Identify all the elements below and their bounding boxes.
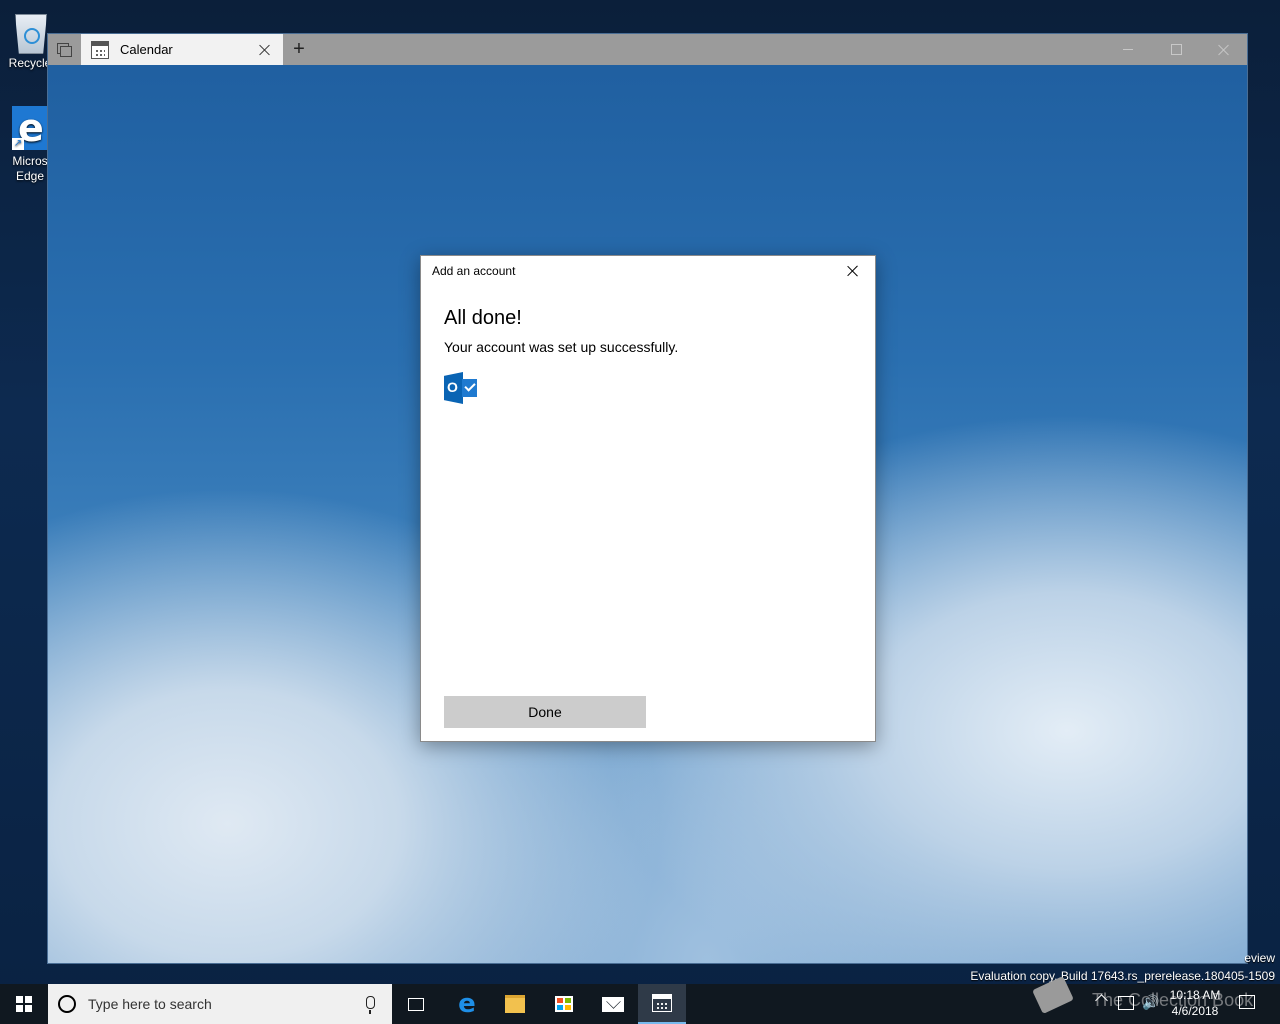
set-aside-tabs-button[interactable] bbox=[48, 34, 81, 65]
dialog-close-icon[interactable] bbox=[843, 263, 863, 279]
edge-icon: e ↗ bbox=[12, 106, 50, 150]
tab-label: Calendar bbox=[120, 42, 173, 57]
dialog-title: Add an account bbox=[432, 264, 516, 278]
cortana-icon bbox=[58, 995, 76, 1013]
edge-icon: e bbox=[458, 989, 476, 1019]
maximize-button[interactable] bbox=[1153, 34, 1199, 65]
file-explorer-button[interactable] bbox=[491, 984, 539, 1024]
search-placeholder: Type here to search bbox=[88, 996, 212, 1012]
shortcut-arrow-icon: ↗ bbox=[12, 138, 24, 150]
folder-icon bbox=[505, 995, 525, 1013]
maximize-icon bbox=[1170, 44, 1182, 55]
mail-button[interactable] bbox=[589, 984, 637, 1024]
new-tab-button[interactable]: + bbox=[285, 34, 313, 65]
search-box[interactable]: Type here to search bbox=[48, 984, 392, 1024]
close-window-button[interactable] bbox=[1201, 34, 1247, 65]
clock-time: 10:18 AM bbox=[1169, 988, 1221, 1002]
minimize-icon bbox=[1123, 49, 1133, 50]
done-button[interactable]: Done bbox=[444, 696, 646, 728]
start-button[interactable] bbox=[0, 984, 48, 1024]
tab-close-icon[interactable] bbox=[258, 43, 272, 57]
calendar-icon bbox=[91, 40, 109, 59]
dialog-heading: All done! bbox=[444, 307, 522, 329]
taskbar: Type here to search e The Collection Boo… bbox=[0, 976, 1280, 1024]
volume-icon[interactable]: 🔊 bbox=[1142, 994, 1159, 1011]
clock-date: 4/6/2018 bbox=[1171, 1004, 1219, 1018]
recycle-bin-icon bbox=[11, 8, 49, 54]
taskbar-edge-button[interactable]: e bbox=[443, 984, 491, 1024]
dialog-message: Your account was set up successfully. bbox=[444, 339, 679, 355]
mail-icon bbox=[602, 996, 624, 1012]
close-icon bbox=[1218, 44, 1230, 56]
task-view-button[interactable] bbox=[392, 984, 440, 1024]
tab-calendar[interactable]: Calendar bbox=[81, 34, 283, 65]
store-button[interactable] bbox=[540, 984, 588, 1024]
action-center-icon[interactable] bbox=[1239, 995, 1255, 1009]
outlook-icon: O bbox=[444, 372, 478, 404]
evaluation-build-text: Evaluation copy. Build 17643.rs_prerelea… bbox=[970, 969, 1275, 983]
calendar-icon bbox=[652, 994, 672, 1012]
windows-logo-icon bbox=[16, 996, 32, 1012]
system-clock[interactable]: 10:18 AM 4/6/2018 bbox=[1162, 987, 1228, 1019]
network-icon[interactable] bbox=[1118, 996, 1134, 1010]
title-bar: Calendar + bbox=[48, 34, 1247, 65]
task-view-icon bbox=[408, 997, 424, 1011]
minimize-button[interactable] bbox=[1105, 34, 1151, 65]
store-icon bbox=[555, 996, 573, 1012]
book-watermark-icon bbox=[1032, 972, 1076, 1016]
add-account-dialog: Add an account All done! Your account wa… bbox=[420, 255, 876, 742]
watermark-text: eview bbox=[1244, 951, 1275, 965]
microphone-icon[interactable] bbox=[366, 996, 375, 1014]
calendar-taskbar-button[interactable] bbox=[638, 984, 686, 1024]
